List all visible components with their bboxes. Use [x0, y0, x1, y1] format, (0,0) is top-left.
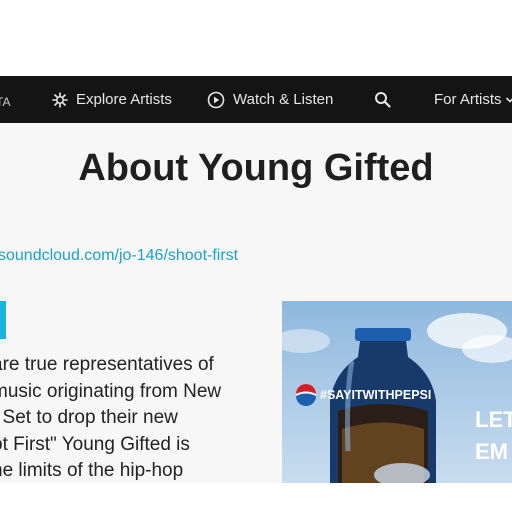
- nav-for-artists[interactable]: For Artists: [434, 76, 512, 123]
- nav-truncated-label: TA: [0, 94, 11, 109]
- nav-item-truncated[interactable]: TA: [0, 78, 10, 123]
- top-blank-area: [0, 0, 512, 76]
- section-accent-bar: [0, 301, 6, 339]
- pepsi-bottle-image: [330, 328, 436, 483]
- ad-side-text-2: EM: [475, 439, 508, 464]
- soundcloud-link[interactable]: soundcloud.com/jo-146/shoot-first: [0, 247, 238, 265]
- play-circle-icon: [207, 91, 225, 109]
- main-content: About Young Gifted soundcloud.com/jo-146…: [0, 123, 512, 483]
- bio-line: are true representatives of: [0, 354, 214, 375]
- nav-explore-artists[interactable]: Explore Artists: [52, 76, 172, 123]
- star-burst-icon: [52, 91, 68, 108]
- artist-bio: are true representatives of music origin…: [0, 352, 262, 483]
- pepsi-logo: [296, 384, 316, 406]
- bottom-blank-area: [0, 483, 512, 512]
- bio-line: music originating from New: [0, 380, 222, 402]
- page-title: About Young Gifted: [78, 147, 434, 189]
- nav-for-artists-label: For Artists: [434, 91, 502, 108]
- nav-explore-label: Explore Artists: [76, 91, 172, 108]
- chevron-down-icon: [505, 95, 512, 105]
- nav-watch-label: Watch & Listen: [233, 91, 334, 108]
- ad-hashtag-text: #SAYITWITHPEPSI: [320, 388, 431, 402]
- search-icon: [374, 91, 391, 108]
- bio-line: he limits of the hip-hop: [0, 460, 184, 482]
- bio-line: ot First" Young Gifted is: [0, 433, 190, 455]
- bio-line: . Set to drop their new: [0, 407, 178, 429]
- ad-artwork: #SAYITWITHPEPSI LET EM: [282, 313, 512, 483]
- top-navigation-bar: TA Explore Artists Watch & Listen: [0, 76, 512, 123]
- nav-watch-listen[interactable]: Watch & Listen: [207, 76, 333, 123]
- nav-search-button[interactable]: [374, 76, 391, 123]
- cloud-shape: [282, 329, 330, 353]
- pepsi-advertisement[interactable]: #SAYITWITHPEPSI LET EM: [282, 301, 512, 483]
- ad-side-text-1: LET: [475, 407, 512, 432]
